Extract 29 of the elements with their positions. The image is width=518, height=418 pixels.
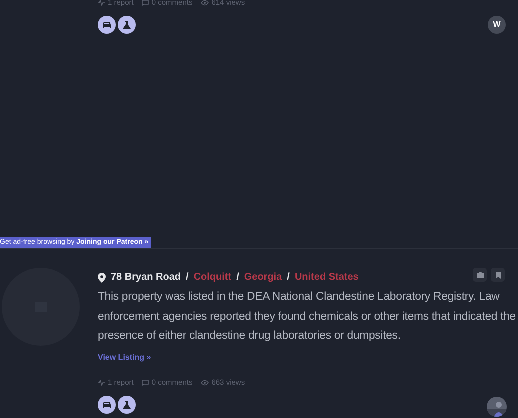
comment-icon: [142, 0, 149, 6]
location-link[interactable]: United States: [294, 270, 359, 285]
breadcrumb-separator: /: [186, 271, 189, 285]
eye-icon: [200, 0, 209, 6]
lab-tag-button[interactable]: [118, 396, 136, 414]
lab-tag-button[interactable]: [118, 16, 136, 34]
car-icon: [102, 20, 112, 30]
flask-icon: [122, 20, 132, 30]
bookmark-button[interactable]: [491, 268, 505, 282]
user-avatar[interactable]: W: [488, 16, 506, 34]
location-link[interactable]: Colquitt: [194, 270, 232, 285]
location-link[interactable]: Georgia: [244, 270, 282, 285]
camera-button[interactable]: [473, 268, 487, 282]
bookmark-icon: [496, 272, 500, 278]
camera-icon: [476, 272, 484, 278]
listing-description: This property was listed in the DEA National Clandestine Laboratory Registry. Law enforcement agencies reported they found chemicals or other items that indicated the presence of either clandestine drug laboratories or dumpsites.: [98, 290, 516, 344]
view-listing-link[interactable]: View Listing »: [98, 352, 152, 364]
car-icon: [102, 400, 112, 410]
vehicle-tag-button[interactable]: [98, 16, 116, 34]
map-pin-icon: [98, 272, 106, 282]
flask-icon: [122, 400, 132, 410]
eye-icon: [200, 380, 209, 386]
breadcrumb-separator: /: [236, 271, 240, 285]
listing-address: 78 Bryan Road: [111, 271, 182, 285]
activity-icon: [98, 0, 105, 6]
activity-icon: [98, 380, 105, 386]
comment-icon: [142, 380, 149, 386]
vehicle-tag-button[interactable]: [98, 396, 116, 414]
breadcrumb-separator: /: [287, 271, 290, 285]
